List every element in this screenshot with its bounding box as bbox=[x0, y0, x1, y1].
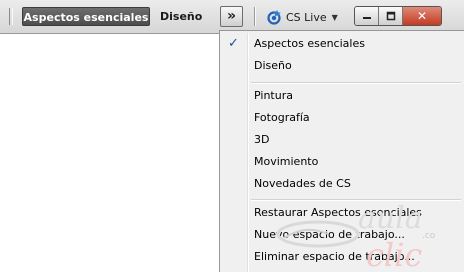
minimize-icon bbox=[362, 17, 371, 19]
menu-item-novedades-de-cs[interactable]: Novedades de CS bbox=[220, 173, 464, 195]
menu-item-aspectos-esenciales[interactable]: ✓ Aspectos esenciales bbox=[220, 33, 464, 55]
restore-icon bbox=[386, 11, 395, 21]
menu-item-3d[interactable]: 3D bbox=[220, 129, 464, 151]
menu-item-movimiento[interactable]: Movimiento bbox=[220, 151, 464, 173]
menu-item-label: Aspectos esenciales bbox=[254, 37, 365, 50]
menu-item-label: 3D bbox=[254, 133, 270, 146]
menu-item-label: Fotografía bbox=[254, 111, 310, 124]
workspace-design-button[interactable]: Diseño bbox=[160, 7, 202, 26]
toolbar-separator bbox=[254, 7, 256, 26]
watermark-word-clic: clic bbox=[366, 236, 422, 268]
menu-item-label: Diseño bbox=[254, 59, 292, 72]
window-controls: ✕ bbox=[354, 6, 442, 26]
workspace-switcher-bar: Aspectos esenciales Diseño » CS Live ▼ ✕ bbox=[0, 0, 464, 34]
more-workspaces-button[interactable]: » bbox=[220, 6, 243, 27]
cslive-gear-icon bbox=[267, 10, 281, 25]
chevron-down-icon: ▼ bbox=[331, 12, 338, 22]
menu-separator bbox=[251, 82, 461, 84]
cs-live-menu[interactable]: CS Live ▼ bbox=[266, 8, 338, 26]
watermark-word-com: .com bbox=[422, 231, 436, 241]
menu-item-label: Novedades de CS bbox=[254, 177, 351, 190]
close-button[interactable]: ✕ bbox=[403, 7, 441, 25]
restore-button[interactable] bbox=[379, 7, 403, 25]
cs-live-label: CS Live bbox=[286, 10, 327, 24]
menu-item-label: Movimiento bbox=[254, 155, 319, 168]
menu-item-label: Pintura bbox=[254, 89, 293, 102]
aulaclic-watermark-logo: aula .com clic bbox=[276, 201, 436, 268]
checkmark-icon: ✓ bbox=[228, 36, 239, 51]
double-chevron-right-icon: » bbox=[226, 8, 237, 24]
minimize-button[interactable] bbox=[355, 7, 379, 25]
menu-item-pintura[interactable]: Pintura bbox=[220, 85, 464, 107]
close-icon: ✕ bbox=[416, 9, 428, 23]
menu-item-fotografia[interactable]: Fotografía bbox=[220, 107, 464, 129]
workspace-essentials-button[interactable]: Aspectos esenciales bbox=[22, 7, 150, 26]
toolbar-grip[interactable] bbox=[9, 8, 13, 25]
menu-item-diseno[interactable]: Diseño bbox=[220, 55, 464, 77]
watermark-word-aula: aula bbox=[358, 201, 423, 236]
